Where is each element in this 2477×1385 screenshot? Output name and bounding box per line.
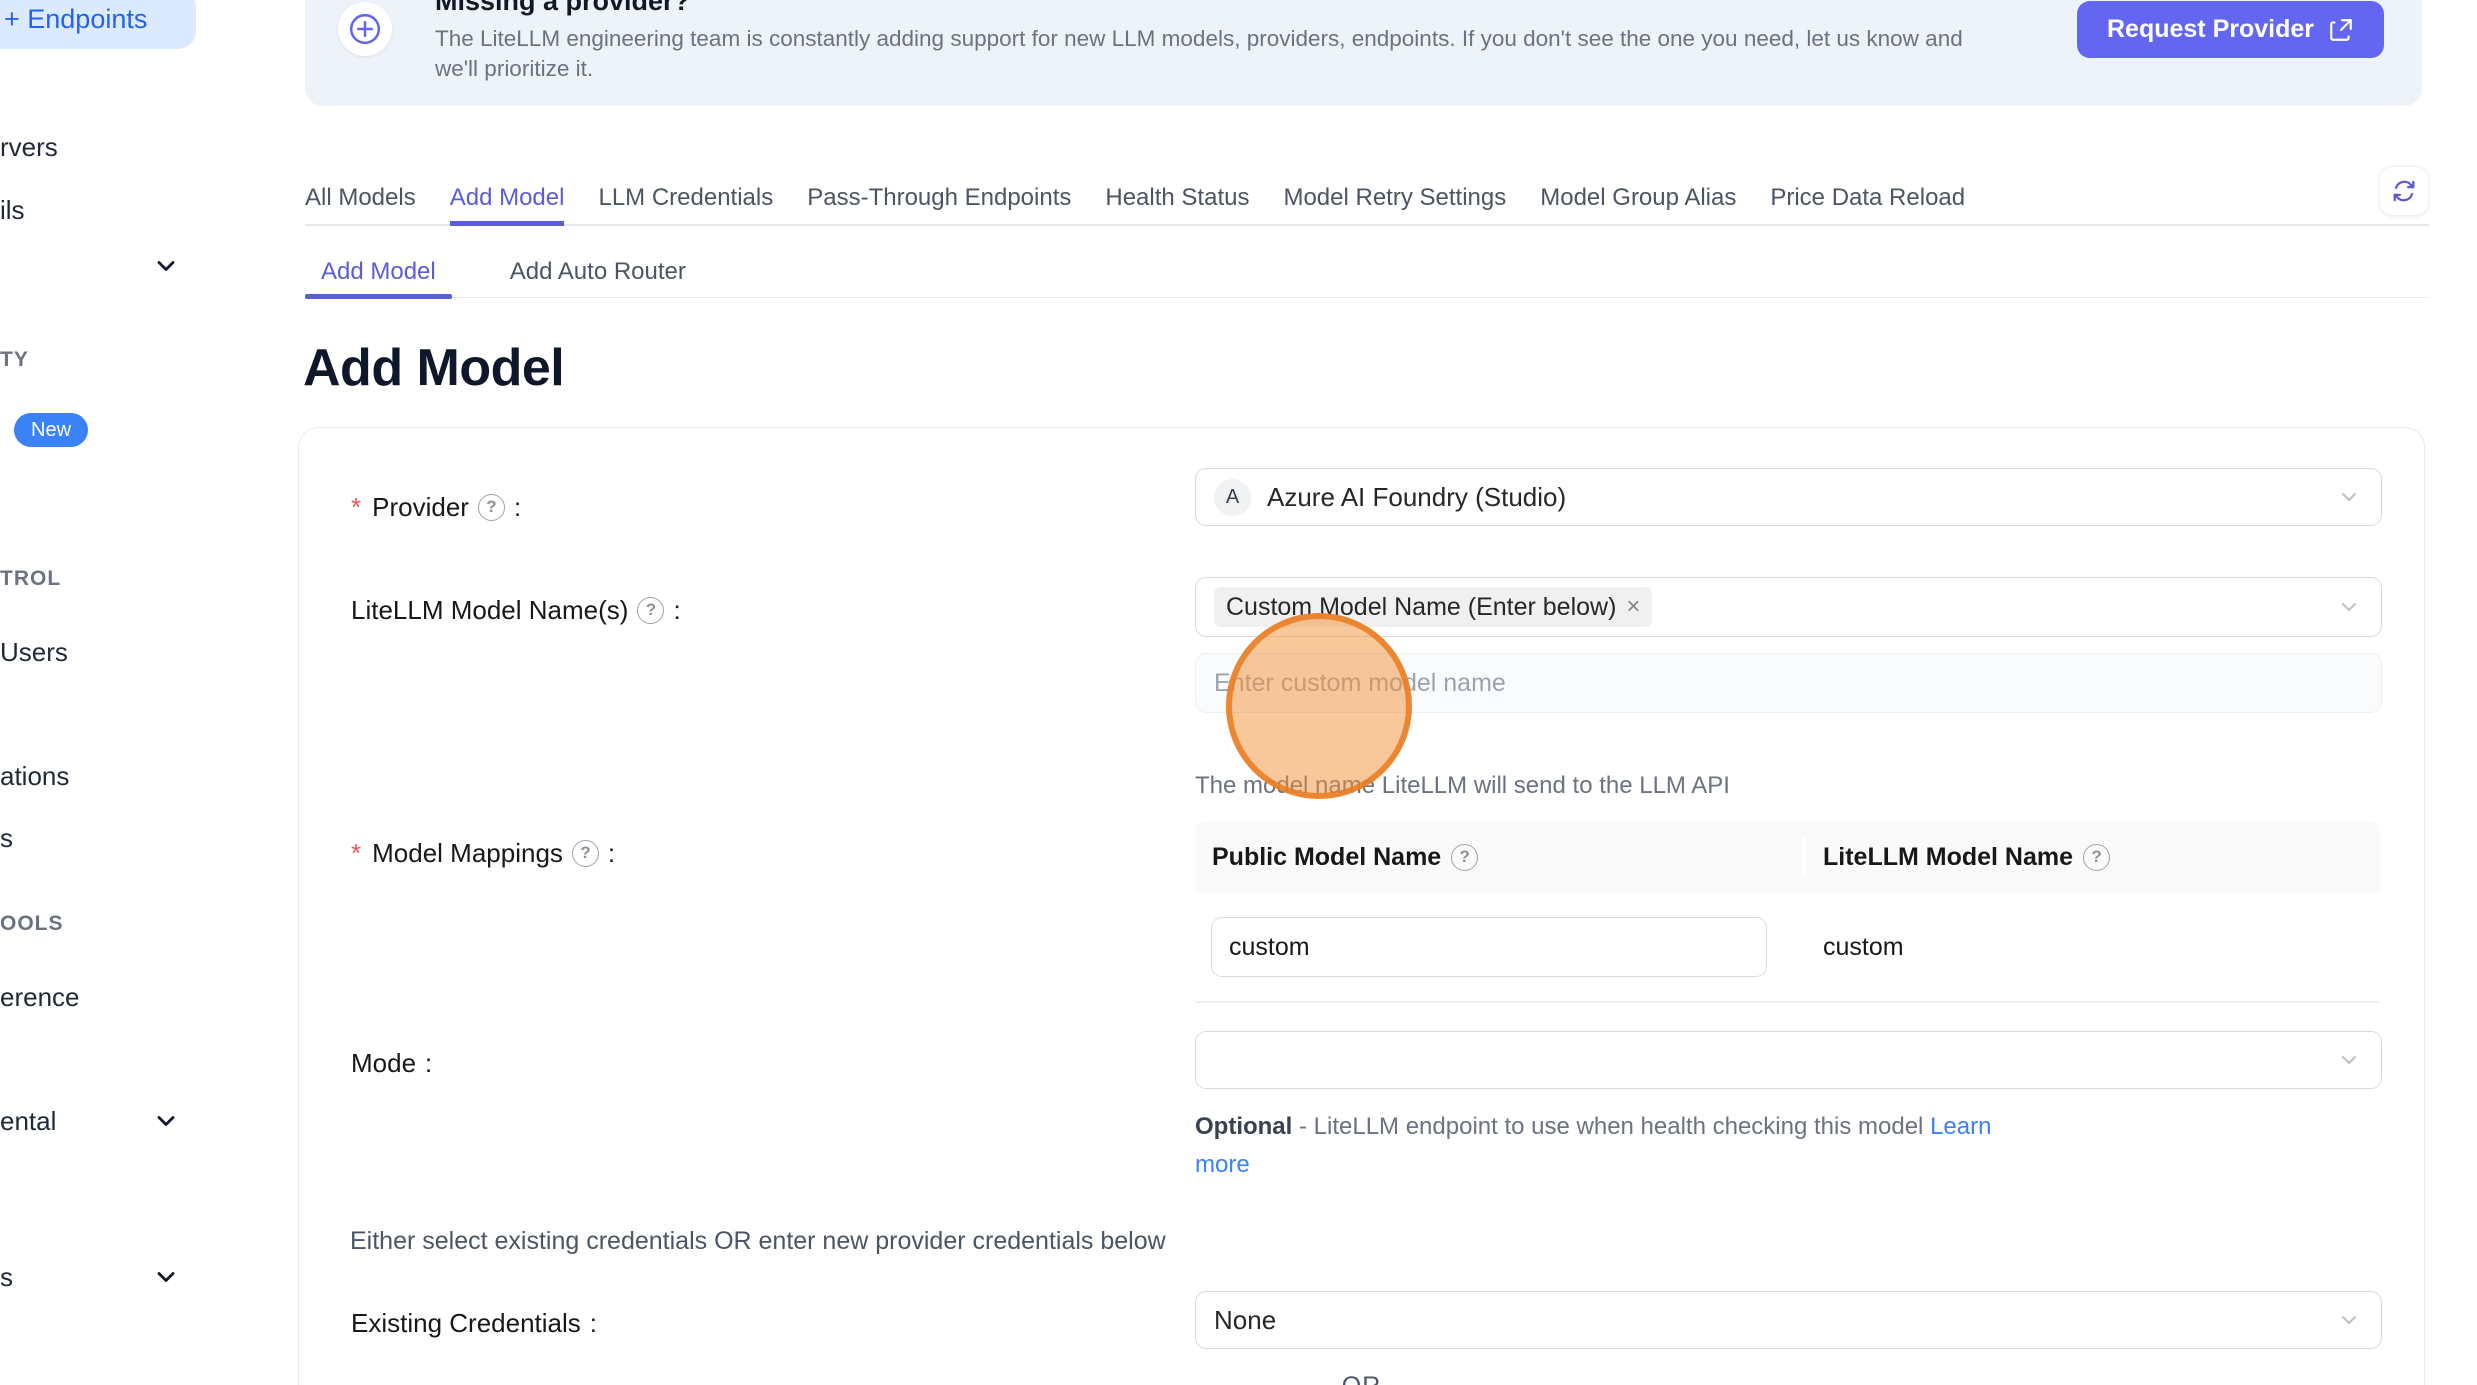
provider-avatar: A (1214, 479, 1251, 516)
banner-body: The LiteLLM engineering team is constant… (435, 24, 2085, 84)
sidebar-item-organizations[interactable]: ations (0, 759, 69, 793)
mode-helper: Optional - LiteLLM endpoint to use when … (1195, 1108, 2035, 1184)
banner-title: Missing a provider? (435, 0, 690, 17)
sidebar-item-api-reference[interactable]: erence (0, 980, 80, 1014)
refresh-icon (2391, 178, 2417, 204)
help-icon[interactable]: ? (478, 494, 505, 521)
column-header-litellm-model-name: LiteLLM Model Name ? (1803, 821, 2110, 893)
sidebar-item[interactable]: s (0, 821, 13, 855)
help-icon[interactable]: ? (572, 840, 599, 867)
table-row: custom (1195, 893, 2380, 1003)
tab-add-model[interactable]: Add Model (450, 176, 565, 224)
existing-credentials-select[interactable]: None (1195, 1291, 2382, 1349)
subtab-add-auto-router[interactable]: Add Auto Router (494, 252, 702, 297)
click-indicator (1226, 613, 1412, 799)
column-header-public-model-name: Public Model Name ? (1195, 821, 1803, 893)
tab-llm-credentials[interactable]: LLM Credentials (598, 176, 773, 224)
sidebar-item-settings[interactable]: s (0, 1260, 13, 1294)
tab-model-group-alias[interactable]: Model Group Alias (1540, 176, 1736, 224)
or-divider: OR (298, 1372, 2425, 1385)
model-mappings-label: * Model Mappings ? : (351, 836, 615, 870)
request-provider-label: Request Provider (2107, 15, 2314, 44)
tab-pass-through-endpoints[interactable]: Pass-Through Endpoints (807, 176, 1071, 224)
chevron-down-icon[interactable] (152, 1107, 180, 1135)
sidebar-section-header: TROL (0, 565, 61, 593)
chevron-down-icon (2337, 1308, 2361, 1332)
sidebar-item-label: + Endpoints (4, 4, 147, 35)
tab-health-status[interactable]: Health Status (1105, 176, 1249, 224)
sidebar-item-mcp-servers[interactable]: rvers (0, 130, 58, 164)
tab-model-retry-settings[interactable]: Model Retry Settings (1283, 176, 1506, 224)
chevron-down-icon (2337, 1048, 2361, 1072)
add-model-subtabs: Add Model Add Auto Router (305, 252, 2429, 298)
model-names-select[interactable]: Custom Model Name (Enter below) × (1195, 577, 2382, 637)
public-model-name-cell (1195, 917, 1803, 977)
sidebar-item-guardrails[interactable]: ils (0, 193, 25, 227)
model-mappings-table: Public Model Name ? LiteLLM Model Name ?… (1195, 821, 2380, 1003)
sidebar-item-experimental[interactable]: ental (0, 1104, 56, 1138)
banner-body-line2: we'll prioritize it. (435, 54, 2085, 84)
refresh-button[interactable] (2379, 166, 2429, 216)
help-icon[interactable]: ? (637, 597, 664, 624)
page-title: Add Model (303, 338, 564, 398)
credentials-note: Either select existing credentials OR en… (350, 1227, 1166, 1256)
public-model-name-input[interactable] (1211, 917, 1767, 977)
required-mark: * (351, 838, 361, 869)
provider-value: Azure AI Foundry (Studio) (1267, 482, 1566, 513)
model-tabs: All Models Add Model LLM Credentials Pas… (305, 176, 2429, 226)
litellm-model-name-cell: custom (1803, 933, 1904, 962)
chevron-down-icon[interactable] (152, 252, 180, 280)
sidebar-item-internal-users[interactable]: Users (0, 635, 68, 669)
mode-label: Mode : (351, 1046, 432, 1080)
chevron-down-icon (2337, 595, 2361, 619)
plus-circle-icon (338, 2, 392, 56)
existing-credentials-value: None (1214, 1305, 1276, 1336)
provider-label: * Provider ? : (351, 490, 521, 524)
provider-select[interactable]: A Azure AI Foundry (Studio) (1195, 468, 2382, 526)
existing-credentials-label: Existing Credentials : (351, 1306, 597, 1340)
required-mark: * (351, 492, 361, 523)
banner-body-line1: The LiteLLM engineering team is constant… (435, 24, 2085, 54)
help-icon[interactable]: ? (2083, 844, 2110, 871)
help-icon[interactable]: ? (1451, 844, 1478, 871)
chevron-down-icon[interactable] (152, 1263, 180, 1291)
sidebar-section-header: TY (0, 346, 29, 374)
sidebar-section-header: OOLS (0, 910, 64, 938)
mode-select[interactable] (1195, 1031, 2382, 1089)
sidebar-new-badge[interactable]: New (14, 413, 88, 447)
sidebar-item-models-endpoints[interactable]: + Endpoints (0, 0, 196, 49)
sidebar: + Endpoints rvers ils TY New TROL Users … (0, 0, 230, 1385)
model-names-label: LiteLLM Model Name(s) ? : (351, 593, 681, 627)
tab-price-data-reload[interactable]: Price Data Reload (1770, 176, 1965, 224)
chevron-down-icon (2337, 485, 2361, 509)
tab-all-models[interactable]: All Models (305, 176, 416, 224)
request-provider-button[interactable]: Request Provider (2077, 1, 2384, 58)
table-header-row: Public Model Name ? LiteLLM Model Name ? (1195, 821, 2380, 893)
external-link-icon (2328, 17, 2354, 43)
missing-provider-banner: Missing a provider? The LiteLLM engineer… (305, 0, 2422, 106)
add-model-page: + Endpoints rvers ils TY New TROL Users … (0, 0, 2477, 1385)
subtab-add-model[interactable]: Add Model (305, 252, 452, 297)
remove-tag-icon[interactable]: × (1626, 595, 1640, 619)
